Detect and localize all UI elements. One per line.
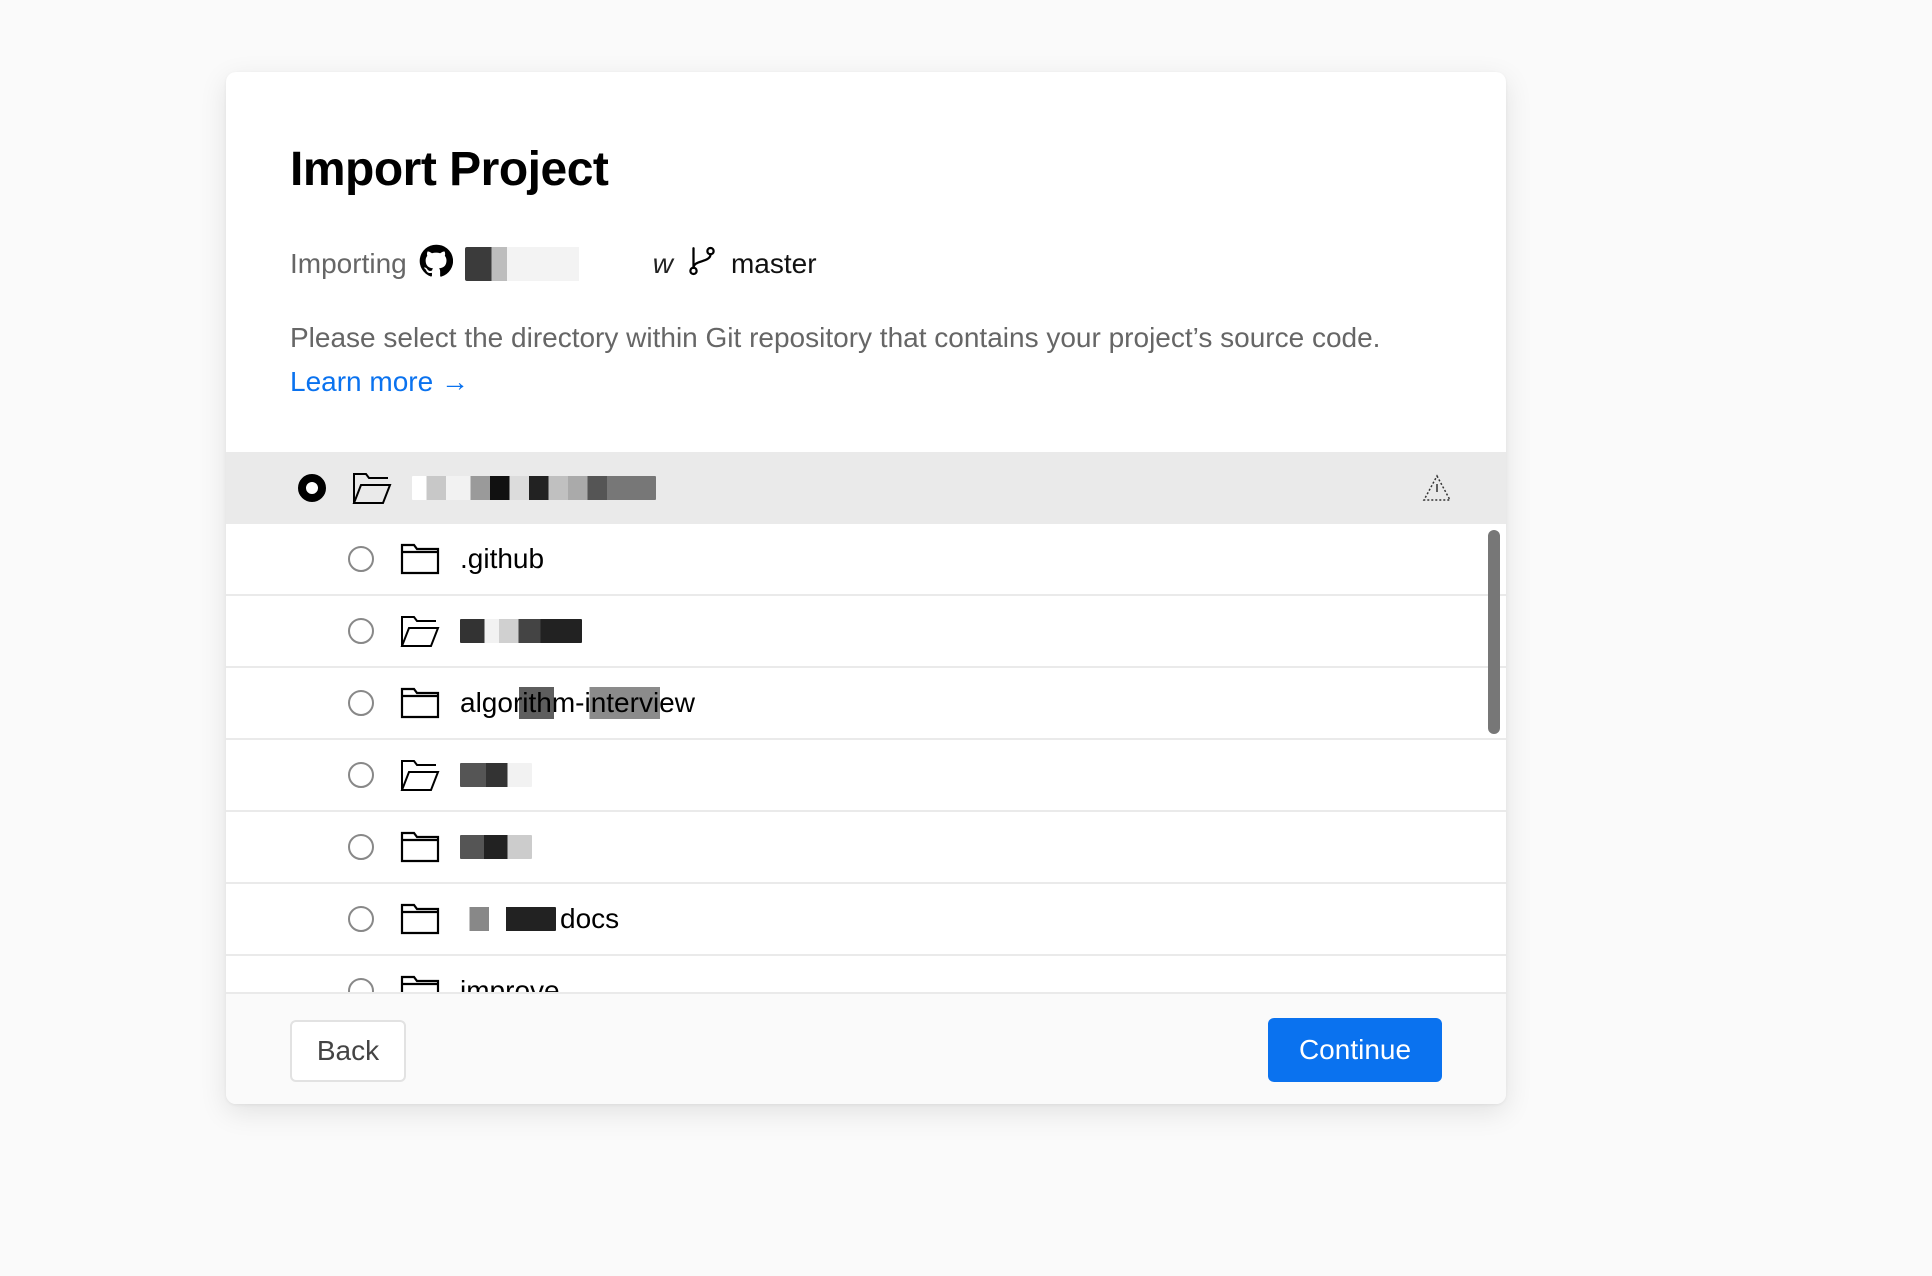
directory-row[interactable]: improve [226,956,1506,994]
directory-row[interactable]: .github [226,524,1506,596]
repo-name-redacted [464,247,655,281]
directory-row[interactable] [226,740,1506,812]
folder-icon [400,975,440,994]
folder-icon [400,543,440,575]
directory-list[interactable]: .github algorithm-interview docs improve [226,452,1506,994]
branch-name: master [730,248,817,279]
directory-row[interactable] [226,596,1506,668]
radio-button[interactable] [348,762,374,788]
directory-row[interactable]: docs [226,884,1506,956]
directory-label: .github [460,543,545,574]
folder-icon [400,903,440,935]
directory-row[interactable]: algorithm-interview [226,668,1506,740]
radio-button[interactable] [348,906,374,932]
directory-name-redacted [460,835,532,859]
directory-row[interactable] [226,812,1506,884]
import-project-dialog: Import Project Importing w master Please… [226,72,1506,1104]
page-title: Import Project [290,143,609,196]
directory-name-redacted [412,476,656,500]
dialog-footer: Back Continue [226,992,1506,1104]
radio-button[interactable] [348,834,374,860]
warning-icon [1422,474,1452,501]
continue-button[interactable]: Continue [1268,1018,1442,1082]
directory-label: algorithm-interview [460,687,695,719]
description-text: Please select the directory within Git r… [290,322,1381,353]
scrollbar-thumb[interactable] [1488,530,1500,734]
radio-button[interactable] [348,618,374,644]
directory-name-redacted [460,619,582,643]
radio-button[interactable] [348,690,374,716]
radio-button[interactable] [348,546,374,572]
back-button[interactable]: Back [290,1020,406,1082]
folder-open-icon [400,616,440,647]
radio-button-selected[interactable] [298,474,326,502]
github-icon [419,244,453,285]
repo-name-suffix: w [652,248,673,279]
folder-open-icon [400,760,440,791]
git-branch-icon [685,244,719,285]
learn-more-link[interactable]: Learn more → [290,366,469,397]
importing-line: Importing w master [290,242,817,286]
importing-label: Importing [290,248,407,279]
folder-open-icon [352,473,392,504]
folder-icon [400,687,440,719]
directory-name-redacted [460,763,532,787]
folder-icon [400,831,440,863]
description: Please select the directory within Git r… [290,316,1440,404]
directory-label: docs [560,903,620,934]
directory-name-redacted [460,907,556,931]
directory-row-root[interactable] [226,452,1506,524]
